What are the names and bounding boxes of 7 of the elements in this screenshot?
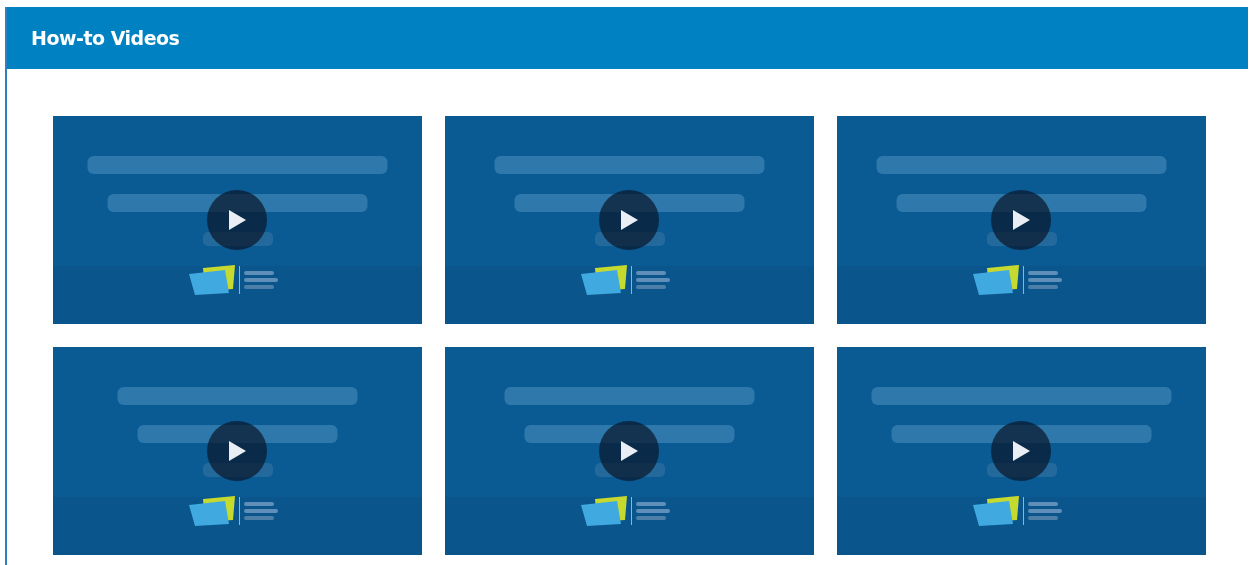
play-icon — [1011, 209, 1031, 231]
play-icon — [619, 440, 639, 462]
panel-title: How-to Videos — [31, 27, 180, 49]
play-icon — [227, 440, 247, 462]
play-icon — [619, 209, 639, 231]
play-icon — [227, 209, 247, 231]
play-icon — [1011, 440, 1031, 462]
